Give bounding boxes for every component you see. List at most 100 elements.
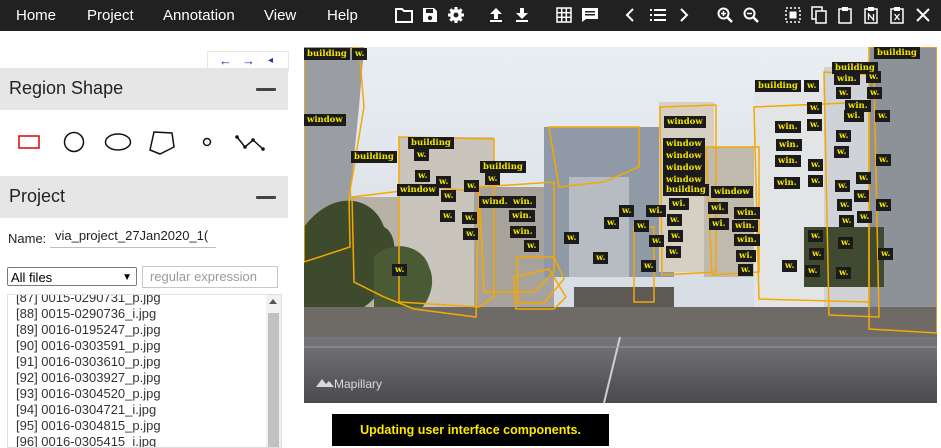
region-label: w. [857,211,873,223]
list-item[interactable]: [88] 0015-0290736_i.jpg [16,306,156,322]
list-item[interactable]: [92] 0016-0303927_p.jpg [16,370,161,386]
top-menu-bar: Home Project Annotation View Help [0,0,941,31]
region-label: building [351,151,397,163]
image-file-list[interactable]: [87] 0015-0290731_p.jpg [88] 0015-029073… [7,294,282,448]
delete-region-icon[interactable] [886,4,908,26]
region-label: w. [485,173,501,185]
collapse-project-icon[interactable] [256,196,276,199]
region-label: building [480,161,526,173]
region-label: window [663,150,705,162]
region-label: w. [666,246,682,258]
scroll-thumb[interactable] [268,313,279,447]
shape-polyline-icon[interactable] [234,127,266,157]
region-shape-header[interactable]: Region Shape [0,68,288,110]
list-item[interactable]: [93] 0016-0304520_p.jpg [16,386,161,402]
menu-view[interactable]: View [264,0,296,31]
menu-help[interactable]: Help [327,0,358,31]
folder-open-icon[interactable] [393,4,415,26]
region-label: w. [835,180,851,192]
image-list-icon[interactable] [647,4,669,26]
region-label: wi. [669,198,689,210]
scroll-up-icon[interactable] [269,299,277,304]
region-label: w. [839,215,855,227]
menu-project[interactable]: Project [87,0,134,31]
region-label: wi. [736,250,756,262]
shape-polygon-icon[interactable] [147,127,177,157]
region-label: w. [876,199,892,211]
region-label: w. [867,87,883,99]
mapillary-watermark: Mapillary [334,377,382,391]
region-label: w. [619,205,635,217]
prev-image-icon[interactable] [619,4,641,26]
list-item[interactable]: [89] 0016-0195247_p.jpg [16,322,161,338]
region-label: w. [837,199,853,211]
project-name-input[interactable]: via_project_27Jan2020_1( [50,225,216,248]
region-label: w. [440,210,456,222]
close-icon[interactable] [912,4,934,26]
list-item[interactable]: [90] 0016-0303591_p.jpg [16,338,161,354]
region-label: win. [734,234,760,246]
save-icon[interactable] [419,4,441,26]
list-item[interactable]: [91] 0016-0303610_p.jpg [16,354,161,370]
zoom-in-icon[interactable] [714,4,736,26]
list-item[interactable]: [95] 0016-0304815_p.jpg [16,418,161,434]
project-header[interactable]: Project [0,176,288,218]
region-label: w. [352,48,368,60]
shape-circle-icon[interactable] [61,127,87,157]
paste-n-icon[interactable] [860,4,882,26]
region-label: wi. [844,110,864,122]
grid-view-icon[interactable] [553,4,575,26]
region-label: building [408,137,454,149]
collapse-region-shape-icon[interactable] [256,88,276,91]
left-sidebar: ← → ◂ Region Shape Project Name: via_pro… [0,31,289,448]
settings-icon[interactable] [445,4,467,26]
annotation-canvas[interactable]: Mapillary building w. window building w.… [304,47,937,403]
file-list-scrollbar[interactable] [266,295,281,447]
region-label: w. [807,119,823,131]
select-all-icon[interactable] [782,4,804,26]
region-label: w. [414,149,430,161]
region-label: wi. [708,202,728,214]
region-label: w. [782,260,798,272]
regex-filter-input[interactable]: regular expression [142,266,278,288]
region-label: w. [808,230,824,242]
shape-ellipse-icon[interactable] [103,127,133,157]
region-label: w. [392,264,408,276]
comment-icon[interactable] [579,4,601,26]
shape-rectangle-icon[interactable] [16,127,42,157]
menu-annotation[interactable]: Annotation [163,0,235,31]
region-label: win. [734,207,760,219]
region-label: w. [436,176,452,188]
download-icon[interactable] [511,4,533,26]
region-label: w. [834,146,850,158]
copy-icon[interactable] [808,4,830,26]
zoom-out-icon[interactable] [740,4,762,26]
menu-home[interactable]: Home [16,0,56,31]
region-label: w. [836,87,852,99]
region-label: w. [738,264,754,276]
next-image-icon[interactable] [673,4,695,26]
region-label: w. [838,237,854,249]
region-label: w. [836,267,852,279]
region-label: win. [510,196,536,208]
region-label: w. [564,232,580,244]
list-item[interactable]: [94] 0016-0304721_i.jpg [16,402,156,418]
region-label: w. [441,190,457,202]
region-label: window [711,186,753,198]
region-label: w. [854,190,870,202]
region-label: w. [641,260,657,272]
project-title: Project [9,186,66,206]
shape-point-icon[interactable] [199,127,215,157]
region-label: wi. [709,218,729,230]
region-label: win. [509,210,535,222]
upload-icon[interactable] [485,4,507,26]
file-filter-select[interactable]: All files ▼ [7,267,137,286]
status-message: Updating user interface components. [332,414,609,446]
region-label: w. [604,217,620,229]
paste-icon[interactable] [834,4,856,26]
list-item[interactable]: [87] 0015-0290731_p.jpg [16,295,161,306]
region-label: win. [775,121,801,133]
region-label: w. [805,265,821,277]
region-label: w. [464,180,480,192]
region-label: w. [524,240,540,252]
